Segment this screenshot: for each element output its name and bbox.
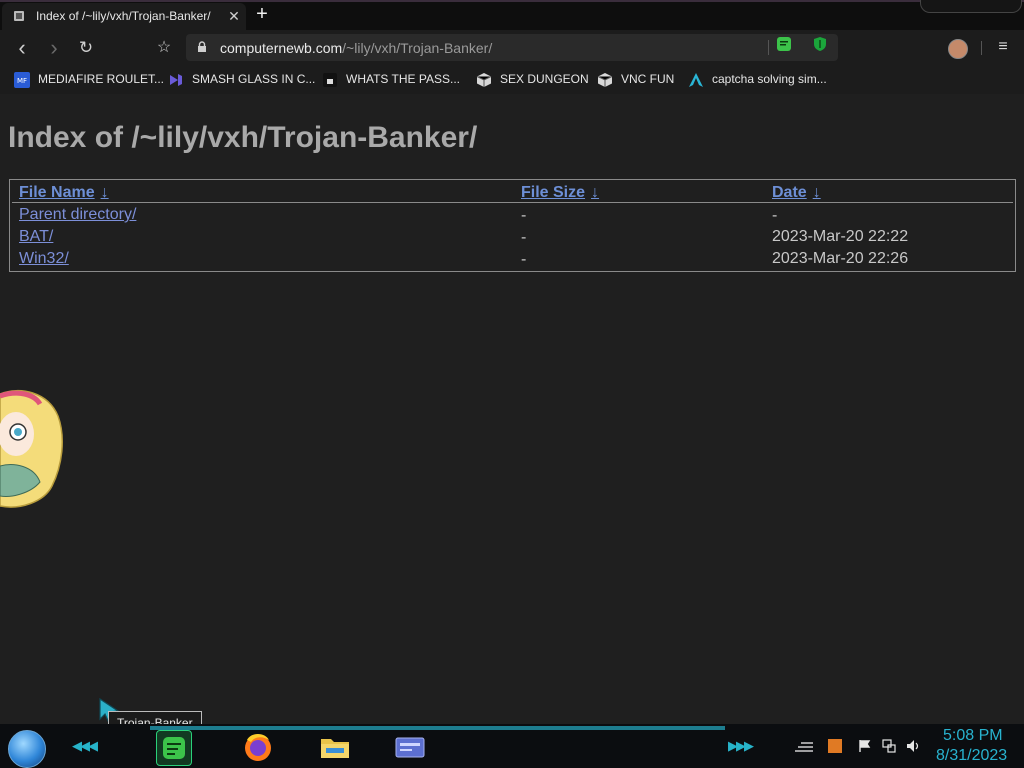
file-date-cell: - xyxy=(772,207,778,224)
parent-directory-link[interactable]: Parent directory/ xyxy=(19,206,136,224)
bookmark-label: MEDIAFIRE ROULET... xyxy=(38,72,165,86)
clock-time[interactable]: 5:08 PM xyxy=(943,727,1003,745)
header-label: File Name xyxy=(19,184,95,201)
cube-icon xyxy=(597,73,613,87)
firefox-icon[interactable] xyxy=(241,730,275,764)
menu-icon[interactable]: ≡ xyxy=(994,38,1012,56)
url-text: computernewb.com/~lily/vxh/Trojan-Banker… xyxy=(220,40,492,56)
address-bar[interactable]: computernewb.com/~lily/vxh/Trojan-Banker… xyxy=(186,34,838,61)
tab-close-icon[interactable]: ✕ xyxy=(226,8,242,24)
header-label: Date xyxy=(772,184,807,201)
file-explorer-icon[interactable] xyxy=(318,730,352,764)
network-icon[interactable] xyxy=(882,739,896,753)
bookmark-item-smash-glass[interactable]: SMASH GLASS IN C... xyxy=(168,71,318,89)
directory-link-win32[interactable]: Win32/ xyxy=(19,250,69,268)
forward-button[interactable]: › xyxy=(44,37,64,59)
messaging-app-icon[interactable] xyxy=(156,730,192,766)
messaging-extension-icon[interactable] xyxy=(776,36,792,52)
bookmark-item-vnc-fun[interactable]: VNC FUN xyxy=(597,71,677,89)
header-label: File Size xyxy=(521,184,586,201)
arch-icon xyxy=(689,73,703,87)
bookmark-item-whats-the-pass[interactable]: WHATS THE PASS... xyxy=(322,71,462,89)
file-date-cell: 2023-Mar-20 22:22 xyxy=(772,228,909,245)
clock-date[interactable]: 8/31/2023 xyxy=(936,747,1007,765)
taskbar-accent-band xyxy=(150,726,725,730)
bookmark-label: SMASH GLASS IN C... xyxy=(192,72,316,86)
file-date-cell: 2023-Mar-20 22:26 xyxy=(772,250,909,267)
bookmark-label: WHATS THE PASS... xyxy=(346,72,461,86)
bookmark-label: captcha solving sim... xyxy=(712,72,827,86)
url-separator xyxy=(768,40,769,55)
bookmark-item-captcha[interactable]: captcha solving sim... xyxy=(688,71,828,89)
cube-icon xyxy=(476,73,492,87)
file-size-cell: - xyxy=(521,251,527,268)
action-center-flag-icon[interactable] xyxy=(858,739,872,753)
bookmark-label: SEX DUNGEON xyxy=(500,72,589,86)
visual-studio-icon xyxy=(170,74,182,86)
bookmark-star-button[interactable]: ☆ xyxy=(154,38,174,58)
toolbar-separator xyxy=(981,41,982,55)
bookmarks-bar: MF MEDIAFIRE ROULET... SMASH GLASS IN C.… xyxy=(0,66,1024,94)
svg-text:MF: MF xyxy=(17,77,27,85)
tab-strip-border xyxy=(0,0,1024,2)
lock-icon xyxy=(198,41,206,52)
directory-link-bat[interactable]: BAT/ xyxy=(19,228,53,246)
decorative-chevrons-left: ◀◀◀ xyxy=(72,738,98,753)
sort-by-date-header[interactable]: Date ↓ xyxy=(772,184,821,202)
start-button[interactable] xyxy=(8,730,46,768)
back-button[interactable]: ‹ xyxy=(12,37,32,59)
page-content: Index of /~lily/vxh/Trojan-Banker/ File … xyxy=(0,94,1024,724)
volume-icon[interactable] xyxy=(906,739,920,753)
url-path: /~lily/vxh/Trojan-Banker/ xyxy=(342,40,493,56)
url-host: computernewb.com xyxy=(220,40,343,56)
sort-arrow-icon: ↓ xyxy=(100,184,109,201)
profile-avatar[interactable] xyxy=(948,39,968,59)
bookmark-item-mediafire[interactable]: MF MEDIAFIRE ROULET... xyxy=(14,71,164,89)
taskbar: ◀◀◀ ▶▶▶ 5:08 PM 8/31/2023 xyxy=(0,724,1024,768)
app-tray-icon[interactable] xyxy=(828,739,842,753)
reload-button[interactable]: ↻ xyxy=(76,38,96,58)
show-hidden-icons-icon[interactable] xyxy=(793,739,815,753)
tab-title: Index of /~lily/vxh/Trojan-Banker/ xyxy=(36,9,211,23)
navigation-toolbar: ‹ › ↻ ☆ computernewb.com/~lily/vxh/Troja… xyxy=(0,30,1024,66)
decorative-chevrons-right: ▶▶▶ xyxy=(728,738,754,753)
lock-box-icon xyxy=(323,73,337,87)
window-frame-decoration xyxy=(920,0,1022,13)
shield-extension-icon[interactable] xyxy=(812,36,828,52)
cartoon-character-sticker xyxy=(0,390,63,508)
header-divider xyxy=(12,202,1013,203)
file-size-cell: - xyxy=(521,207,527,224)
sort-arrow-icon: ↓ xyxy=(812,184,821,201)
bookmark-item-sex-dungeon[interactable]: SEX DUNGEON xyxy=(476,71,589,89)
sort-by-name-header[interactable]: File Name ↓ xyxy=(19,184,109,202)
tab-favicon-icon xyxy=(14,11,24,21)
tab-active[interactable]: Index of /~lily/vxh/Trojan-Banker/ ✕ xyxy=(2,3,246,30)
tab-strip: Index of /~lily/vxh/Trojan-Banker/ ✕ + xyxy=(0,0,1024,30)
id-card-app-icon[interactable] xyxy=(393,730,427,764)
sort-arrow-icon: ↓ xyxy=(591,184,600,201)
file-size-cell: - xyxy=(521,229,527,246)
mediafire-icon: MF xyxy=(14,72,30,88)
page-title: Index of /~lily/vxh/Trojan-Banker/ xyxy=(8,121,478,154)
file-listing-table: File Name ↓ File Size ↓ Date ↓ Parent direc… xyxy=(9,179,1016,272)
bookmark-label: VNC FUN xyxy=(621,72,675,86)
new-tab-button[interactable]: + xyxy=(252,4,272,25)
sort-by-size-header[interactable]: File Size ↓ xyxy=(521,184,599,202)
